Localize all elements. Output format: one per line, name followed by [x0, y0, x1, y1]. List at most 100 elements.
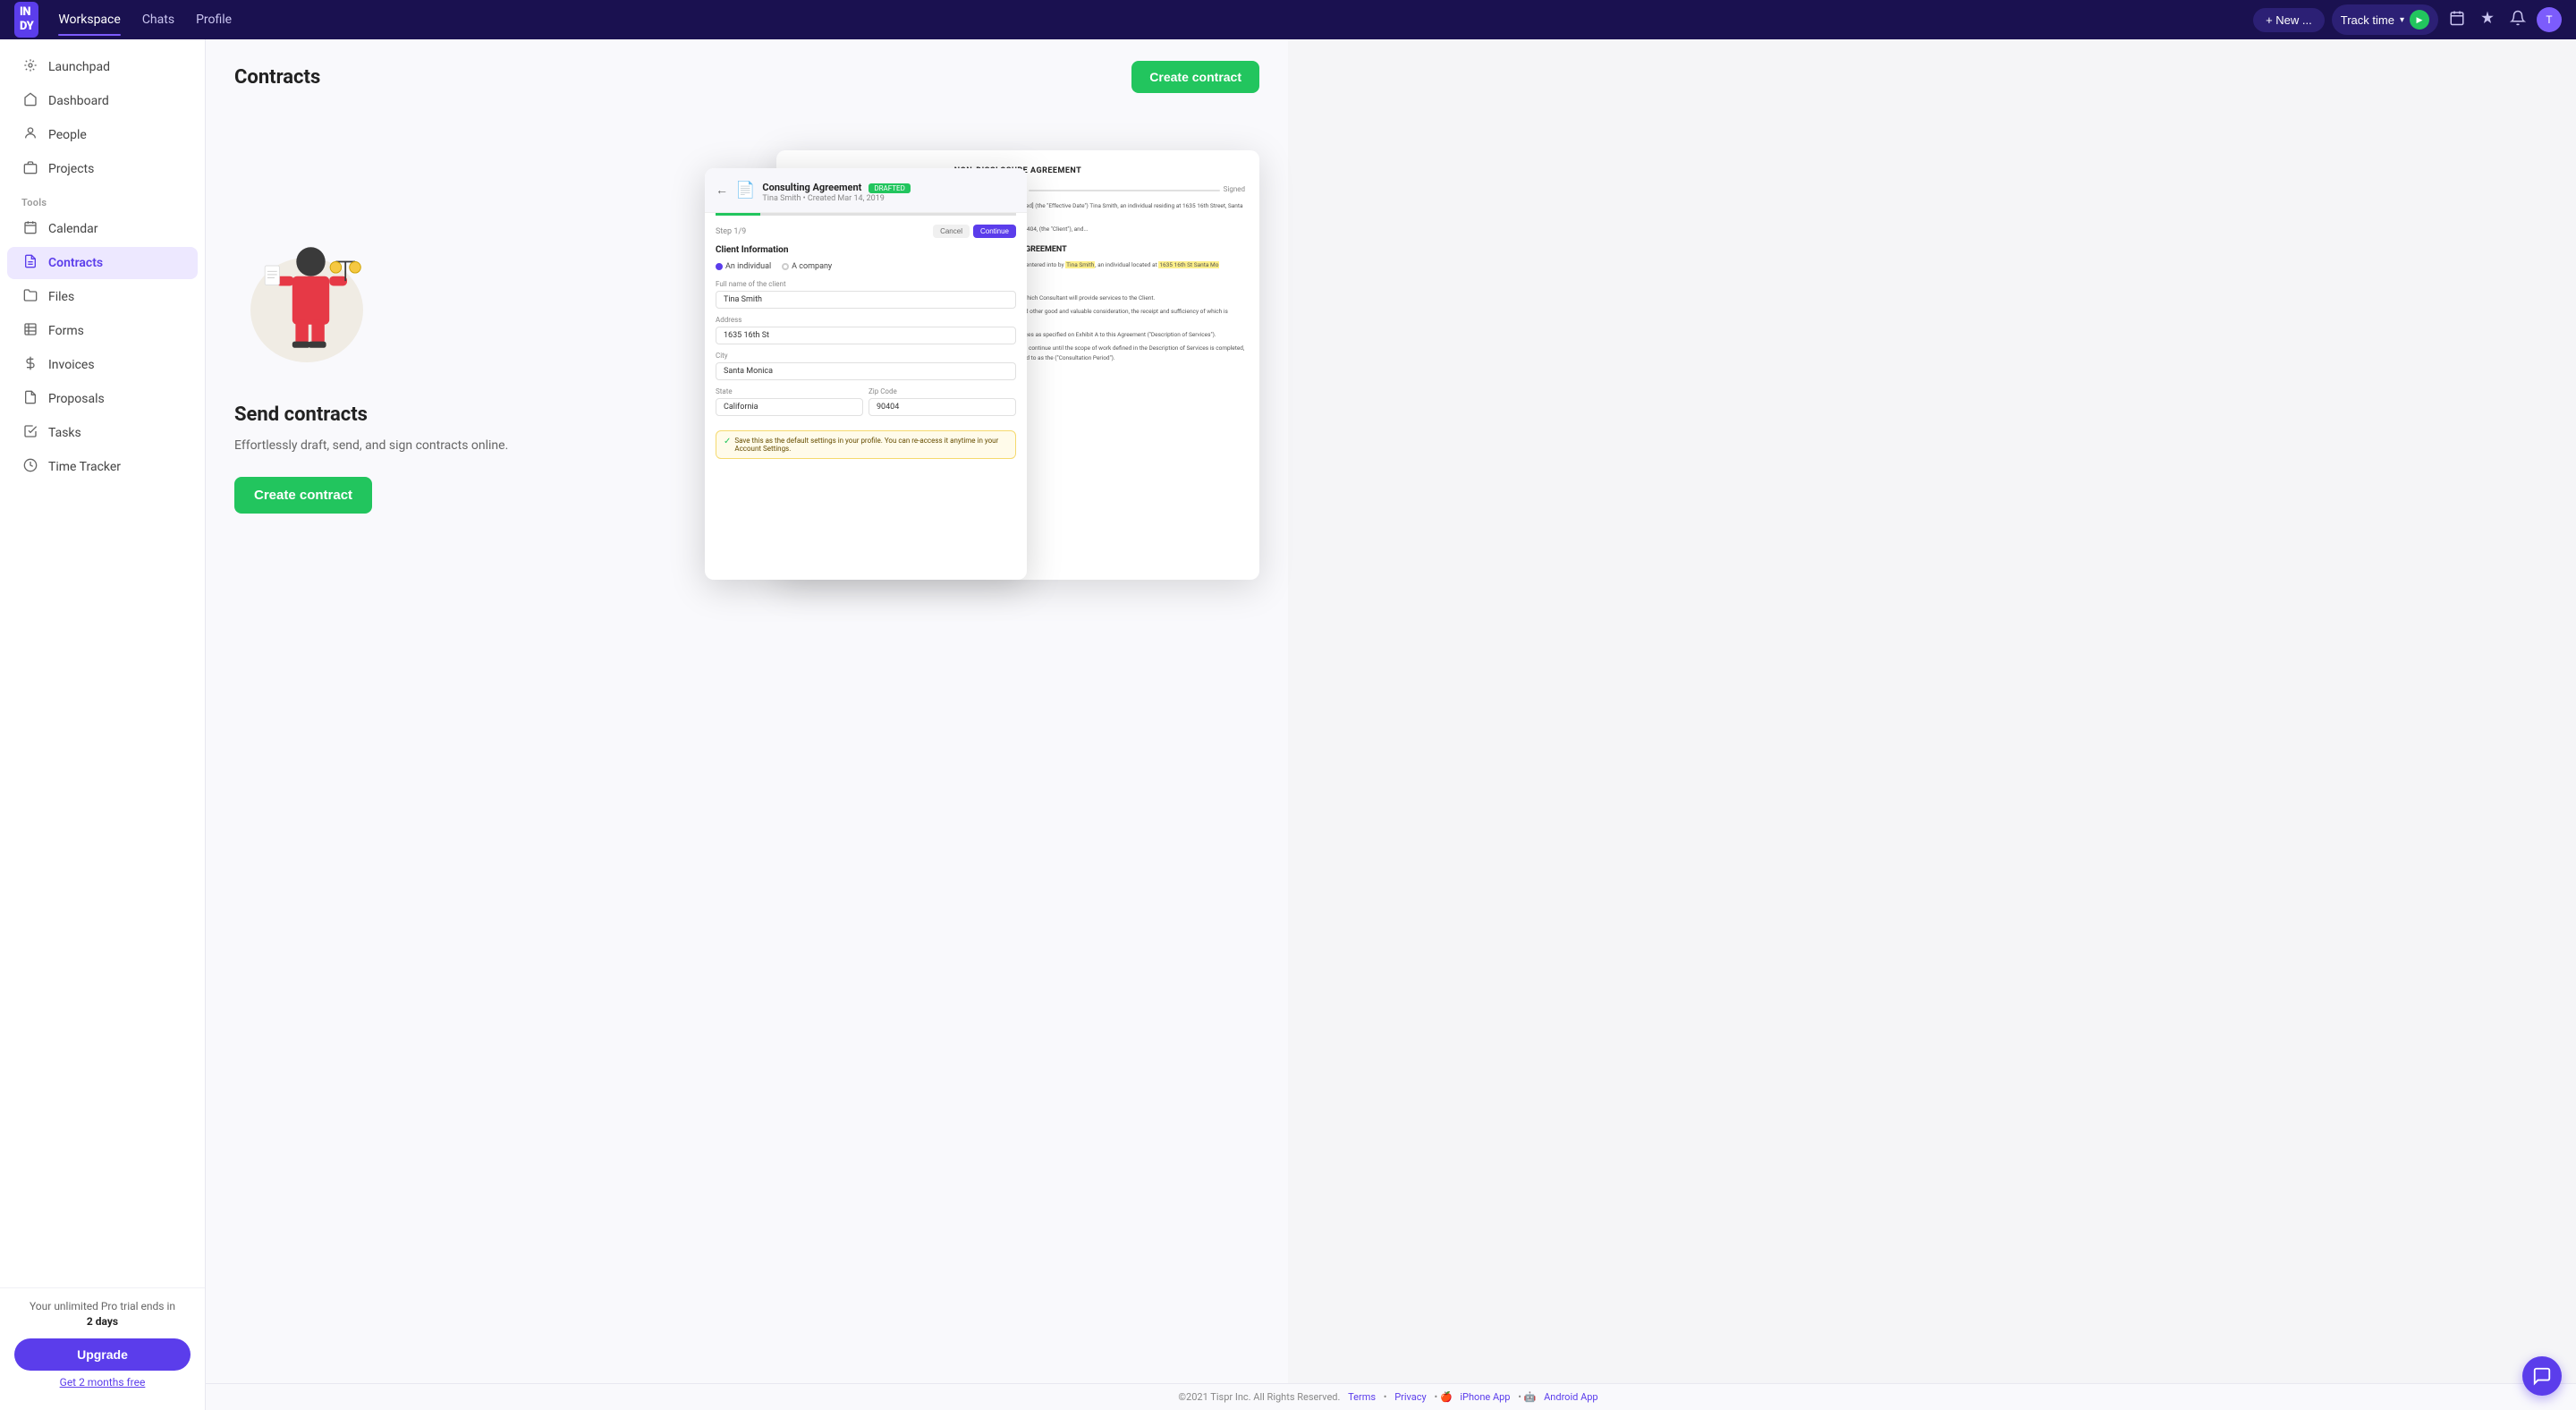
- files-icon: [21, 288, 39, 306]
- footer-iphone-link[interactable]: iPhone App: [1460, 1391, 1510, 1403]
- document-icon: 📄: [735, 181, 755, 200]
- ai-sparkle-icon[interactable]: [2476, 6, 2499, 34]
- create-contract-button-hero[interactable]: Create contract: [234, 477, 372, 514]
- sidebar-label-launchpad: Launchpad: [48, 60, 110, 74]
- sidebar-label-contracts: Contracts: [48, 256, 103, 270]
- contract-name: Consulting Agreement: [762, 182, 861, 193]
- trial-text: Your unlimited Pro trial ends in 2 days: [14, 1299, 191, 1329]
- free-months-link[interactable]: Get 2 months free: [14, 1376, 191, 1389]
- contract-title-area: Consulting Agreement DRAFTED Tina Smith …: [762, 177, 1016, 203]
- sidebar-item-forms[interactable]: Forms: [7, 315, 198, 347]
- state-value[interactable]: California: [716, 398, 863, 416]
- trial-days: 2 days: [87, 1315, 118, 1328]
- back-button[interactable]: ←: [716, 183, 728, 198]
- contracts-icon: [21, 254, 39, 272]
- form-body: Step 1/9 Cancel Continue Client Informat…: [705, 216, 1027, 468]
- chevron-down-icon: ▾: [2400, 15, 2404, 25]
- android-icon: 🤖: [1524, 1391, 1537, 1403]
- sidebar-bottom: Your unlimited Pro trial ends in 2 days …: [0, 1287, 205, 1399]
- launchpad-icon: [21, 58, 39, 76]
- contract-status-badge: DRAFTED: [869, 183, 910, 193]
- footer: ©2021 Tispr Inc. All Rights Reserved. Te…: [206, 1383, 2576, 1410]
- footer-terms-link[interactable]: Terms: [1348, 1391, 1376, 1403]
- sidebar-label-invoices: Invoices: [48, 358, 95, 372]
- hero-illustration: [234, 217, 508, 382]
- sidebar-label-tasks: Tasks: [48, 426, 81, 440]
- fullname-value[interactable]: Tina Smith: [716, 291, 1016, 309]
- app-logo[interactable]: INDY: [14, 2, 38, 37]
- apple-icon: 🍎: [1440, 1391, 1453, 1403]
- fullname-label: Full name of the client: [716, 280, 1016, 288]
- track-time-button[interactable]: Track time ▾ ▶: [2332, 4, 2438, 35]
- continue-button[interactable]: Continue: [973, 225, 1016, 238]
- step-label: Step 1/9: [716, 227, 746, 236]
- nav-chats[interactable]: Chats: [133, 7, 183, 32]
- notice-box: ✓ Save this as the default settings in y…: [716, 430, 1016, 459]
- people-icon: [21, 126, 39, 144]
- sidebar-label-dashboard: Dashboard: [48, 94, 109, 108]
- sidebar-item-proposals[interactable]: Proposals: [7, 383, 198, 415]
- check-icon: ✓: [724, 437, 731, 453]
- city-label: City: [716, 352, 1016, 360]
- tools-section-label: Tools: [0, 186, 205, 212]
- page-title: Contracts: [234, 66, 320, 89]
- sidebar-label-files: Files: [48, 290, 74, 304]
- nav-profile[interactable]: Profile: [187, 7, 241, 32]
- dashboard-icon: [21, 92, 39, 110]
- sidebar-item-projects[interactable]: Projects: [7, 153, 198, 185]
- tasks-icon: [21, 424, 39, 442]
- sidebar-label-people: People: [48, 128, 87, 142]
- address-label: Address: [716, 316, 1016, 324]
- radio-company[interactable]: A company: [782, 262, 832, 271]
- notification-bell-icon[interactable]: [2506, 6, 2529, 34]
- city-value[interactable]: Santa Monica: [716, 362, 1016, 380]
- step-indicator: Step 1/9 Cancel Continue: [716, 225, 1016, 238]
- calendar-icon[interactable]: [2445, 6, 2469, 34]
- nav-right-actions: + New ... Track time ▾ ▶ T: [2253, 4, 2562, 35]
- sidebar-label-forms: Forms: [48, 324, 84, 338]
- forms-icon: [21, 322, 39, 340]
- sidebar-item-dashboard[interactable]: Dashboard: [7, 85, 198, 117]
- top-navigation: INDY Workspace Chats Profile + New ... T…: [0, 0, 2576, 39]
- projects-icon: [21, 160, 39, 178]
- sidebar-item-contracts[interactable]: Contracts: [7, 247, 198, 279]
- sidebar-item-launchpad[interactable]: Launchpad: [7, 51, 198, 83]
- contract-meta: Tina Smith • Created Mar 14, 2019: [762, 194, 1016, 203]
- upgrade-button[interactable]: Upgrade: [14, 1338, 191, 1371]
- sidebar-item-files[interactable]: Files: [7, 281, 198, 313]
- track-time-label: Track time: [2341, 13, 2394, 27]
- page-header: Contracts Create contract: [234, 61, 1259, 93]
- hero-left: Send contracts Effortlessly draft, send,…: [234, 217, 508, 514]
- nav-links: Workspace Chats Profile: [49, 7, 241, 32]
- contract-mockup: NON-DISCLOSURE AGREEMENT Draft Ready Sig…: [705, 132, 1259, 598]
- contract-form: ← 📄 Consulting Agreement DRAFTED Tina Sm…: [705, 168, 1027, 580]
- nav-workspace[interactable]: Workspace: [49, 7, 130, 32]
- client-type-radio: An individual A company: [716, 262, 1016, 271]
- proposals-icon: [21, 390, 39, 408]
- footer-android-link[interactable]: Android App: [1544, 1391, 1597, 1403]
- state-label: State: [716, 387, 863, 395]
- new-button[interactable]: + New ...: [2253, 8, 2325, 32]
- sidebar-item-invoices[interactable]: Invoices: [7, 349, 198, 381]
- cancel-button[interactable]: Cancel: [933, 225, 970, 238]
- chat-bubble-button[interactable]: [2522, 1356, 2562, 1396]
- section-title: Client Information: [716, 245, 1016, 255]
- timetracker-icon: [21, 458, 39, 476]
- zip-value[interactable]: 90404: [869, 398, 1016, 416]
- create-contract-button-top[interactable]: Create contract: [1131, 61, 1259, 93]
- sidebar-item-tasks[interactable]: Tasks: [7, 417, 198, 449]
- sidebar-item-timetracker[interactable]: Time Tracker: [7, 451, 198, 483]
- hero-section: Send contracts Effortlessly draft, send,…: [234, 115, 1259, 616]
- sidebar-label-timetracker: Time Tracker: [48, 460, 121, 474]
- address-value[interactable]: 1635 16th St: [716, 327, 1016, 344]
- play-icon[interactable]: ▶: [2410, 10, 2429, 30]
- hero-description: Effortlessly draft, send, and sign contr…: [234, 437, 508, 455]
- form-header: ← 📄 Consulting Agreement DRAFTED Tina Sm…: [705, 168, 1027, 213]
- hero-title: Send contracts: [234, 403, 508, 426]
- user-avatar[interactable]: T: [2537, 7, 2562, 32]
- footer-copyright: ©2021 Tispr Inc. All Rights Reserved.: [1178, 1391, 1340, 1403]
- sidebar-item-calendar[interactable]: Calendar: [7, 213, 198, 245]
- radio-individual[interactable]: An individual: [716, 262, 771, 271]
- footer-privacy-link[interactable]: Privacy: [1394, 1391, 1427, 1403]
- sidebar-item-people[interactable]: People: [7, 119, 198, 151]
